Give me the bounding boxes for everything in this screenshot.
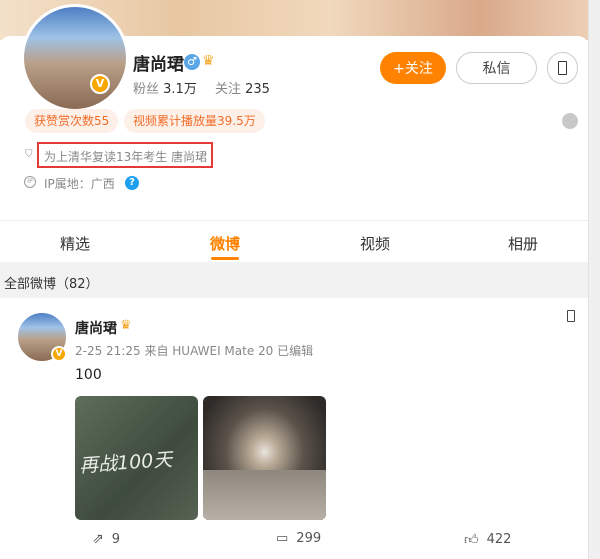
bio-text: 为上清华复读13年考生 唐尚珺 — [44, 150, 208, 164]
chalk-text: 再战100天 — [78, 448, 174, 478]
comment-button[interactable]: ▭ 299 — [276, 531, 321, 546]
shield-icon: ⛉ — [25, 149, 33, 160]
crown-icon: ♛ — [120, 318, 132, 333]
reward-badge[interactable]: 获赞赏次数55 — [25, 109, 119, 133]
expand-icon[interactable] — [562, 113, 578, 129]
more-icon — [558, 61, 567, 75]
tab-video[interactable]: 视频 — [300, 233, 450, 254]
tab-featured[interactable]: 精选 — [0, 233, 150, 254]
repost-icon: ⇗ — [92, 531, 104, 547]
male-icon: ♂ — [184, 54, 200, 70]
like-button[interactable]: 👍︎ 422 — [464, 531, 511, 548]
message-button[interactable]: 私信 — [456, 52, 537, 84]
follow-button[interactable]: +关注 — [380, 52, 446, 84]
thumbs-up-icon: 👍︎ — [464, 532, 479, 548]
avatar[interactable] — [21, 4, 129, 112]
comment-icon: ▭ — [276, 531, 289, 546]
more-button[interactable] — [547, 52, 578, 84]
repost-button[interactable]: ⇗ 9 — [92, 531, 120, 547]
post-image-chalkboard[interactable]: 再战100天 — [75, 396, 198, 520]
post-meta[interactable]: 2-25 21:25 来自 HUAWEI Mate 20 已编辑 — [75, 342, 313, 359]
fans-label: 粉丝 — [133, 82, 160, 97]
repost-count: 9 — [111, 531, 121, 547]
section-title: 全部微博（82） — [4, 277, 99, 292]
follow-label: 关注 — [214, 82, 241, 97]
verified-badge-icon: V — [90, 74, 110, 94]
ip-location: IP属地：广西 — [44, 177, 115, 191]
help-icon[interactable]: ? — [125, 176, 139, 190]
fans-count[interactable]: 3.1万 — [163, 82, 197, 97]
divider — [0, 220, 588, 221]
scrollbar[interactable] — [588, 0, 600, 559]
tab-weibo[interactable]: 微博 — [150, 233, 300, 254]
post-image-corridor[interactable] — [203, 396, 326, 520]
like-count: 422 — [486, 532, 512, 547]
post-text: 100 — [75, 367, 102, 383]
post-menu-icon[interactable] — [567, 310, 575, 322]
comment-count: 299 — [296, 531, 322, 546]
tab-album[interactable]: 相册 — [448, 233, 598, 254]
verified-badge-icon: V — [51, 346, 67, 362]
tab-indicator — [211, 257, 239, 260]
ip-icon: IP — [24, 176, 36, 188]
crown-icon: ♛ — [202, 53, 215, 69]
profile-name: 唐尚珺 — [133, 55, 184, 75]
video-views-badge[interactable]: 视频累计播放量39.5万 — [124, 109, 265, 133]
post-author[interactable]: 唐尚珺 — [75, 318, 117, 338]
follow-count[interactable]: 235 — [245, 82, 270, 97]
